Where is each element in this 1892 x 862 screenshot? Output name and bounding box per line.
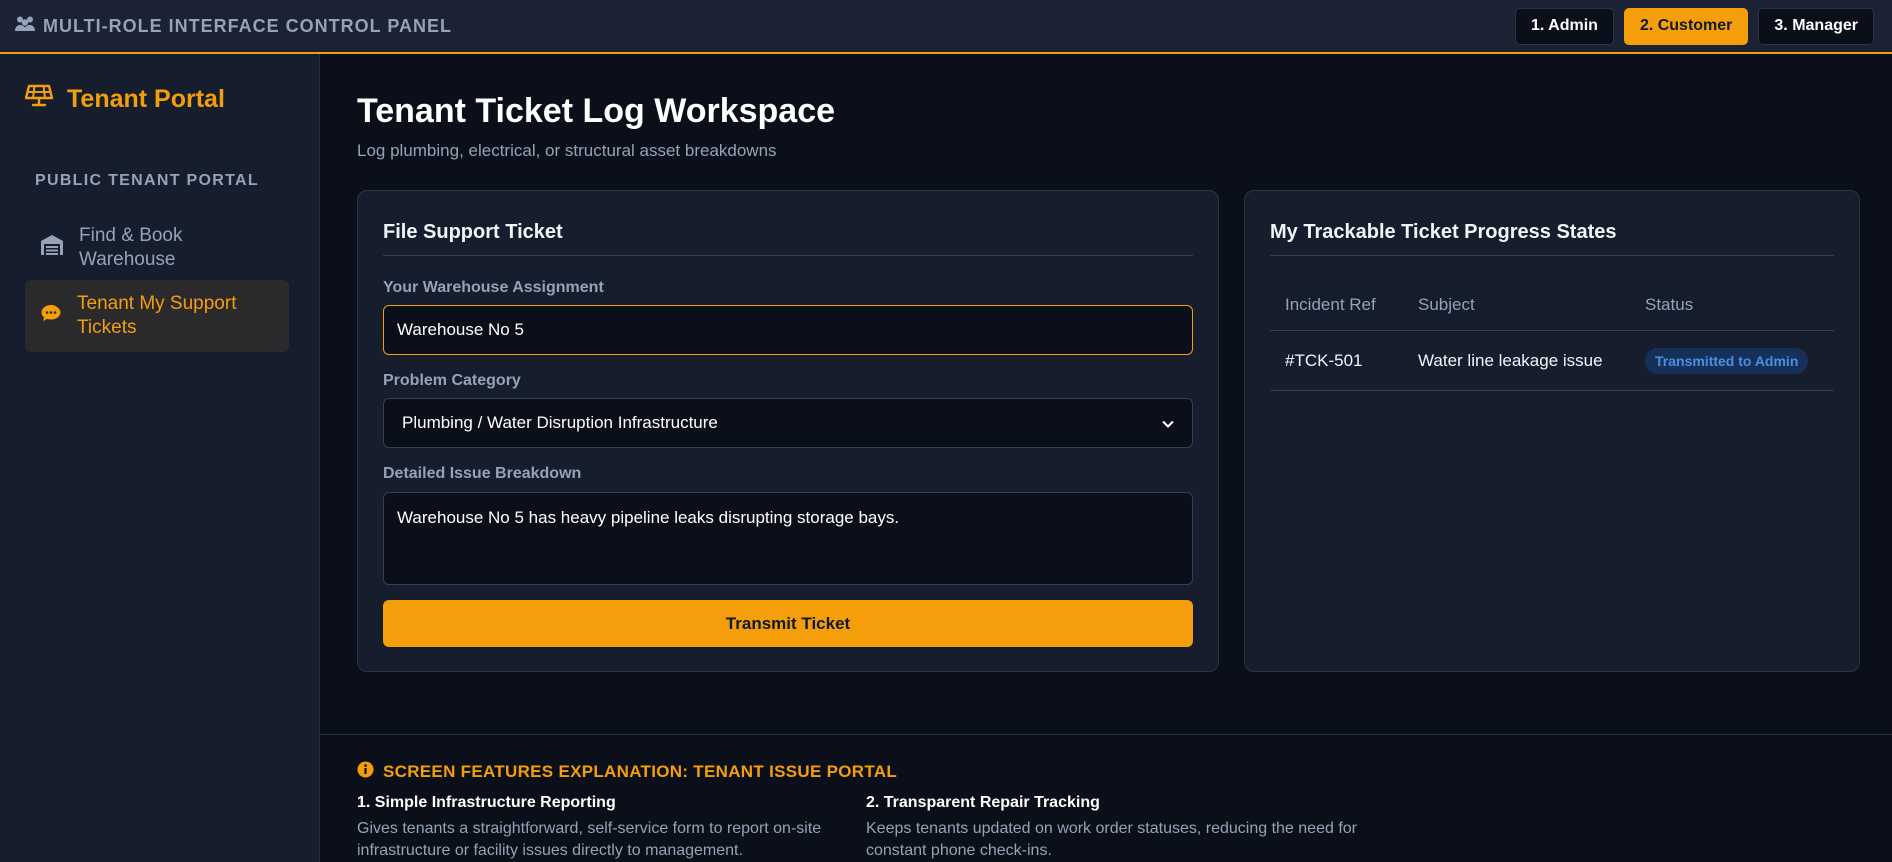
manager-role-button[interactable]: 3. Manager <box>1758 7 1874 45</box>
comment-dots-icon <box>41 304 61 329</box>
status-badge: Transmitted to Admin <box>1645 347 1809 374</box>
feature-description: Keeps tenants updated on work order stat… <box>866 820 1357 859</box>
sidebar-item-label: Tenant My Support Tickets <box>77 293 237 338</box>
nav-section-label: PUBLIC TENANT PORTAL <box>35 172 259 189</box>
warehouse-assignment-label: Your Warehouse Assignment <box>383 279 604 296</box>
sidebar-item-support-tickets[interactable]: Tenant My Support Tickets <box>25 280 289 352</box>
warehouse-assignment-input[interactable] <box>383 305 1193 355</box>
warehouse-icon <box>41 234 63 262</box>
info-icon <box>357 761 374 783</box>
role-switcher: 1. Admin 2. Customer 3. Manager <box>1514 7 1874 45</box>
table-header: Incident Ref Subject Status <box>1270 279 1834 331</box>
table-row: #TCK-501 Water line leakage issue Transm… <box>1270 331 1834 391</box>
chevron-down-icon <box>1162 413 1174 433</box>
top-bar: MULTI-ROLE INTERFACE CONTROL PANEL 1. Ad… <box>0 0 1892 54</box>
explanation-title-text: SCREEN FEATURES EXPLANATION: TENANT ISSU… <box>383 762 898 781</box>
column-header-status: Status <box>1645 294 1694 314</box>
status-cell: Transmitted to Admin <box>1630 347 1834 374</box>
page-subtitle: Log plumbing, electrical, or structural … <box>357 141 777 160</box>
transmit-ticket-button[interactable]: Transmit Ticket <box>383 600 1193 647</box>
subject-cell: Water line leakage issue <box>1418 350 1603 370</box>
incident-ref-cell: #TCK-501 <box>1285 350 1363 370</box>
ticket-progress-title: My Trackable Ticket Progress States <box>1270 221 1617 243</box>
file-ticket-card: File Support Ticket Your Warehouse Assig… <box>357 190 1219 672</box>
feature-item: 1. Simple Infrastructure Reporting Gives… <box>357 794 877 862</box>
problem-category-value: Plumbing / Water Disruption Infrastructu… <box>402 413 718 432</box>
divider <box>1270 255 1834 256</box>
feature-title: 2. Transparent Repair Tracking <box>866 794 1100 811</box>
feature-description: Gives tenants a straightforward, self-se… <box>357 820 822 859</box>
page-title: Tenant Ticket Log Workspace <box>357 92 836 130</box>
column-header-incident-ref: Incident Ref <box>1285 294 1376 314</box>
file-ticket-title: File Support Ticket <box>383 221 563 243</box>
feature-title: 1. Simple Infrastructure Reporting <box>357 794 616 811</box>
brand: Tenant Portal <box>24 84 225 115</box>
sidebar-item-find-book-warehouse[interactable]: Find & Book Warehouse <box>25 214 289 282</box>
ticket-table: Incident Ref Subject Status #TCK-501 Wat… <box>1270 279 1834 391</box>
customer-role-button[interactable]: 2. Customer <box>1623 7 1749 45</box>
divider <box>383 255 1193 256</box>
control-panel-title: MULTI-ROLE INTERFACE CONTROL PANEL <box>14 15 452 38</box>
features-explanation: SCREEN FEATURES EXPLANATION: TENANT ISSU… <box>320 734 1892 862</box>
brand-name: Tenant Portal <box>67 85 225 113</box>
sidebar-item-label: Find & Book Warehouse <box>79 225 183 270</box>
admin-role-button[interactable]: 1. Admin <box>1514 7 1614 45</box>
issue-details-textarea[interactable]: Warehouse No 5 has heavy pipeline leaks … <box>383 492 1193 585</box>
feature-item: 2. Transparent Repair Tracking Keeps ten… <box>866 794 1386 862</box>
explanation-title: SCREEN FEATURES EXPLANATION: TENANT ISSU… <box>357 761 897 783</box>
users-icon <box>14 15 36 38</box>
problem-category-select[interactable]: Plumbing / Water Disruption Infrastructu… <box>383 398 1193 448</box>
problem-category-label: Problem Category <box>383 372 521 389</box>
control-panel-title-text: MULTI-ROLE INTERFACE CONTROL PANEL <box>43 15 452 36</box>
sidebar: Tenant Portal PUBLIC TENANT PORTAL Find … <box>0 54 320 862</box>
issue-details-label: Detailed Issue Breakdown <box>383 465 582 482</box>
ticket-progress-card: My Trackable Ticket Progress States Inci… <box>1244 190 1860 672</box>
solar-panel-icon <box>24 84 54 115</box>
column-header-subject: Subject <box>1418 294 1475 314</box>
